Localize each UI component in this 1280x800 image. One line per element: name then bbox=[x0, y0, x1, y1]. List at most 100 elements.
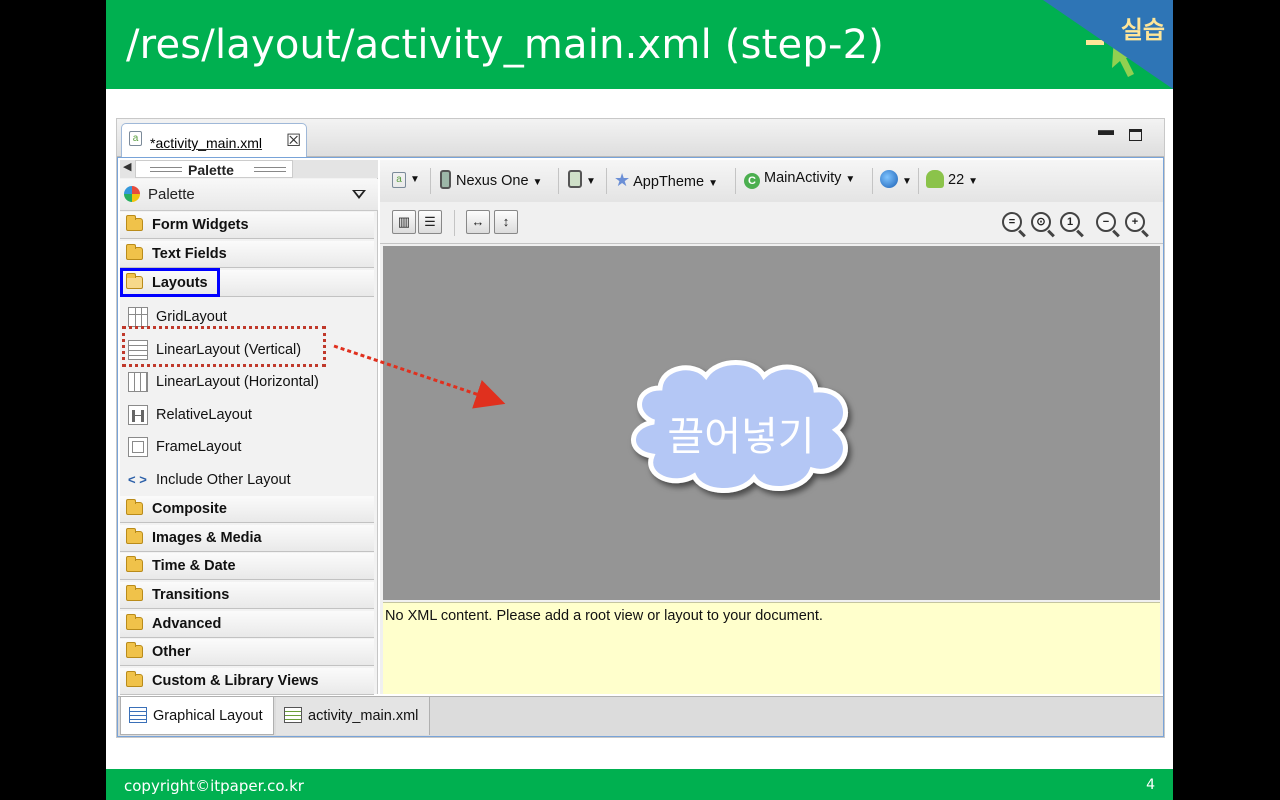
palette-header: ◀ Palette bbox=[120, 160, 378, 178]
item-label: FrameLayout bbox=[156, 439, 242, 455]
palette-panel: ◀ Palette Palette Form Widgets Text Fiel… bbox=[120, 160, 378, 695]
tab-label: Graphical Layout bbox=[153, 708, 263, 724]
collapse-left-icon[interactable]: ◀ bbox=[123, 160, 131, 173]
editor-mode-tabs: Graphical Layout activity_main.xml bbox=[118, 696, 1163, 736]
item-label: GridLayout bbox=[156, 309, 227, 325]
folder-icon bbox=[126, 614, 143, 630]
palette-dropdown-label: Palette bbox=[148, 186, 195, 203]
category-label: Custom & Library Views bbox=[152, 673, 319, 689]
palette-item-include[interactable]: < > Include Other Layout bbox=[128, 466, 374, 496]
dropdown-arrow-icon[interactable] bbox=[352, 190, 366, 199]
layout-columns-icon[interactable]: ▥ bbox=[392, 210, 416, 234]
phone-icon bbox=[440, 170, 451, 189]
config-toolbar: a ▼ Nexus One ▼ ▼ ★ AppTheme ▼ C MainActivity… bbox=[380, 160, 1163, 202]
category-label: Advanced bbox=[152, 616, 222, 632]
include-layout-icon: < > bbox=[128, 472, 147, 487]
layout-toolbar: ▥ ☰ ↔ ↕ = ⊙ 1 − + bbox=[380, 202, 1163, 244]
slide-title: /res/layout/activity_main.xml (step-2) bbox=[126, 22, 885, 68]
android-xml-file-icon: a bbox=[129, 131, 142, 146]
globe-icon bbox=[880, 170, 898, 188]
minimize-icon[interactable]: ▬ bbox=[1098, 122, 1114, 140]
zoom-fit-icon[interactable]: = bbox=[1002, 212, 1022, 232]
editor-tab-bar: a *activity_main.xml ☒ ▬ bbox=[117, 119, 1164, 159]
activity-icon: C bbox=[744, 173, 760, 189]
category-other[interactable]: Other bbox=[120, 639, 374, 666]
palette-dropdown[interactable]: Palette bbox=[120, 179, 378, 211]
folder-icon bbox=[126, 244, 143, 260]
xml-file-icon bbox=[284, 707, 302, 723]
item-label: RelativeLayout bbox=[156, 407, 252, 423]
match-width-icon[interactable]: ↔ bbox=[466, 210, 490, 234]
folder-icon bbox=[126, 215, 143, 231]
page-number: 4 bbox=[1146, 777, 1155, 793]
folder-icon bbox=[126, 642, 143, 658]
api-level-label: 22 bbox=[948, 172, 965, 188]
folder-icon bbox=[126, 671, 143, 687]
category-label: Transitions bbox=[152, 587, 230, 603]
category-advanced[interactable]: Advanced bbox=[120, 611, 374, 638]
zoom-out-icon[interactable]: − bbox=[1096, 212, 1116, 232]
palette-item-relativelayout[interactable]: RelativeLayout bbox=[128, 401, 374, 431]
theme-dropdown[interactable]: ★ AppTheme ▼ bbox=[614, 170, 718, 194]
activity-label: MainActivity bbox=[764, 170, 842, 186]
layout-rows-icon[interactable]: ☰ bbox=[418, 210, 442, 234]
category-form-widgets[interactable]: Form Widgets bbox=[120, 212, 374, 239]
graphical-layout-icon bbox=[129, 707, 147, 723]
category-text-fields[interactable]: Text Fields bbox=[120, 241, 374, 268]
footer-bar: copyright©itpaper.co.kr 4 bbox=[106, 769, 1173, 800]
cloud-label: 끌어넣기 bbox=[667, 414, 815, 460]
editor-tab-label: *activity_main.xml bbox=[150, 135, 263, 151]
category-label: Text Fields bbox=[152, 246, 227, 262]
message-box: No XML content. Please add a root view o… bbox=[383, 602, 1160, 694]
tab-graphical-layout[interactable]: Graphical Layout bbox=[120, 697, 274, 735]
linear-horizontal-icon bbox=[128, 372, 148, 392]
drag-source-highlight bbox=[122, 326, 326, 367]
activity-dropdown[interactable]: C MainActivity ▼ bbox=[744, 170, 855, 194]
category-label: Images & Media bbox=[152, 530, 262, 546]
category-composite[interactable]: Composite bbox=[120, 496, 374, 523]
grid-layout-icon bbox=[128, 307, 148, 327]
zoom-in-icon[interactable]: + bbox=[1125, 212, 1145, 232]
category-time-date[interactable]: Time & Date bbox=[120, 553, 374, 580]
device-label: Nexus One bbox=[456, 173, 529, 189]
category-label: Other bbox=[152, 644, 191, 660]
palette-title: Palette bbox=[188, 162, 234, 178]
api-level-dropdown[interactable]: 22 ▼ bbox=[926, 170, 978, 194]
locale-dropdown[interactable]: ▼ bbox=[880, 170, 912, 194]
copyright-text: copyright©itpaper.co.kr bbox=[124, 777, 304, 795]
editor-tab-activity-main[interactable]: a *activity_main.xml ☒ bbox=[121, 123, 307, 159]
category-label: Composite bbox=[152, 501, 227, 517]
palette-color-icon bbox=[124, 186, 140, 202]
android-icon bbox=[926, 170, 944, 188]
title-bar: /res/layout/activity_main.xml (step-2) 실… bbox=[106, 0, 1173, 89]
category-images-media[interactable]: Images & Media bbox=[120, 525, 374, 552]
match-height-icon[interactable]: ↕ bbox=[494, 210, 518, 234]
palette-title-box: Palette bbox=[135, 160, 293, 178]
layouts-highlight-box bbox=[120, 268, 220, 297]
zoom-100-icon[interactable]: 1 bbox=[1060, 212, 1080, 232]
zoom-real-size-icon[interactable]: ⊙ bbox=[1031, 212, 1051, 232]
tab-label: activity_main.xml bbox=[308, 708, 419, 724]
category-custom-library[interactable]: Custom & Library Views bbox=[120, 668, 374, 695]
star-icon: ★ bbox=[614, 170, 631, 190]
orientation-dropdown[interactable]: ▼ bbox=[568, 170, 596, 194]
relative-layout-icon bbox=[128, 405, 148, 425]
item-label: LinearLayout (Horizontal) bbox=[156, 374, 319, 390]
device-dropdown[interactable]: Nexus One ▼ bbox=[440, 170, 542, 194]
rotate-icon bbox=[568, 170, 582, 188]
close-tab-icon[interactable]: ☒ bbox=[286, 131, 301, 151]
practice-badge: 실습 bbox=[1043, 0, 1173, 89]
error-message: No XML content. Please add a root view o… bbox=[385, 608, 823, 624]
category-transitions[interactable]: Transitions bbox=[120, 582, 374, 609]
config-file-dropdown[interactable]: a ▼ bbox=[392, 170, 420, 194]
palette-item-framelayout[interactable]: FrameLayout bbox=[128, 433, 374, 463]
folder-icon bbox=[126, 585, 143, 601]
tab-xml-source[interactable]: activity_main.xml bbox=[276, 697, 430, 735]
maximize-icon[interactable] bbox=[1129, 129, 1142, 141]
folder-icon bbox=[126, 499, 143, 515]
palette-item-linear-horizontal[interactable]: LinearLayout (Horizontal) bbox=[128, 368, 374, 398]
frame-layout-icon bbox=[128, 437, 148, 457]
slide: /res/layout/activity_main.xml (step-2) 실… bbox=[106, 0, 1173, 800]
android-file-icon: a bbox=[392, 172, 406, 188]
item-label: Include Other Layout bbox=[156, 472, 291, 488]
